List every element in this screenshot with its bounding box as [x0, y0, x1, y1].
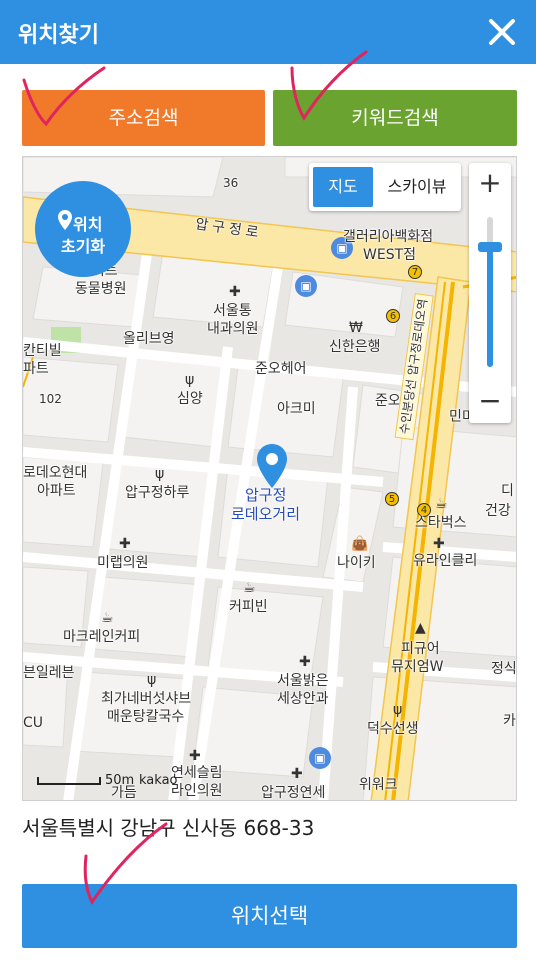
map-label: 나이키 [337, 555, 376, 571]
map-label: CU [23, 715, 44, 731]
map-label: 피규어 [401, 641, 440, 657]
zoom-slider-fill [487, 247, 493, 367]
map-label: 마크레인커피 [63, 629, 141, 645]
page-title: 위치찾기 [18, 23, 99, 48]
map-label: 정식 [491, 661, 517, 677]
map-label: 내과의원 [207, 321, 259, 337]
zoom-control: + − [469, 163, 511, 423]
map-label: 서울통 [213, 303, 252, 319]
map-label: 매운탕칼국수 [107, 709, 185, 725]
hospital-icon: ✚ [229, 284, 241, 300]
restaurant-icon: ψ [393, 702, 403, 718]
restaurant-icon: ψ [155, 466, 165, 482]
cafe-icon: ☕ [243, 580, 256, 596]
selected-place-label: 압구정 [245, 486, 287, 504]
map-label: 준오헤어 [255, 361, 307, 377]
map-label: 최가네버섯샤브 [101, 691, 192, 707]
map-label: 압구정연세 [261, 785, 326, 801]
map-label: 세상안과 [277, 691, 329, 707]
zoom-in-button[interactable]: + [469, 163, 511, 205]
map-view[interactable]: 36 102 7 6 5 4 ▣ ▣ ▣ 압구정로 갤러리아백화점 WEST점 … [22, 156, 517, 801]
map-label: 카 [503, 713, 516, 729]
address-search-tab[interactable]: 주소검색 [22, 90, 265, 146]
station-badge-icon: 5 [385, 492, 399, 506]
shopping-icon: 👜 [351, 536, 369, 552]
cafe-icon: ☕ [101, 610, 114, 626]
map-label: 올리브영 [123, 331, 175, 347]
location-reset-button[interactable]: 위치 초기화 [35, 181, 131, 277]
map-type-toggle: 지도 스카이뷰 [309, 163, 461, 211]
keyword-search-tab[interactable]: 키워드검색 [273, 90, 517, 146]
map-label: 서울밝은 [277, 673, 329, 689]
map-label: 심양 [177, 391, 203, 407]
map-label: 아파트 [37, 483, 76, 499]
map-label: 신한은행 [329, 339, 381, 355]
map-label: 라인의원 [171, 783, 223, 799]
selected-address: 서울특별시 강남구 신사동 668-33 [22, 816, 315, 840]
zoom-out-button[interactable]: − [469, 381, 511, 423]
map-label: 디 [501, 483, 514, 499]
app-header: 위치찾기 [0, 0, 536, 64]
map-label: 유라인클리 [413, 553, 478, 569]
map-scale-bar [37, 777, 101, 785]
bus-stop-icon: ▣ [295, 275, 317, 297]
station-badge-icon: 6 [386, 309, 400, 323]
reset-label-line1: 위치 [73, 215, 103, 234]
reset-label-line2: 초기화 [60, 237, 106, 256]
map-label: 동물병원 [75, 281, 127, 297]
map-attribution: kakao [139, 773, 178, 788]
restaurant-icon: ψ [185, 372, 195, 388]
map-label: 커피빈 [229, 599, 268, 615]
map-type-skyview-button[interactable]: 스카이뷰 [375, 167, 459, 207]
map-label: 건강 [485, 503, 511, 519]
select-location-button[interactable]: 위치선택 [22, 884, 517, 948]
map-label: 압구정하루 [125, 485, 190, 501]
close-button[interactable] [476, 6, 528, 58]
hospital-icon: ✚ [299, 654, 311, 670]
map-label: 갤러리아백화점 [343, 229, 434, 245]
hospital-icon: ✚ [433, 536, 445, 552]
restaurant-icon: ψ [147, 672, 157, 688]
station-badge-icon: 7 [408, 265, 422, 279]
cafe-icon: ☕ [435, 496, 448, 512]
map-type-map-button[interactable]: 지도 [313, 167, 373, 207]
hospital-icon: ✚ [291, 766, 303, 782]
map-label: 파트 [23, 361, 49, 377]
map-label: 칸티빌 [23, 343, 62, 359]
zoom-slider-handle[interactable] [478, 242, 502, 252]
map-label: 아크미 [277, 401, 316, 417]
location-pin-icon [58, 210, 72, 230]
road-number: 102 [39, 392, 62, 406]
map-label: 뮤지엄W [391, 659, 444, 675]
close-icon [489, 19, 515, 45]
selected-place-label: 로데오거리 [231, 505, 301, 523]
hospital-icon: ✚ [119, 536, 131, 552]
map-label: 미랩의원 [97, 555, 149, 571]
map-label: 연세슬림 [171, 765, 223, 781]
museum-icon: ▲ [415, 620, 426, 636]
road-number: 36 [223, 176, 239, 190]
map-label: WEST점 [363, 247, 417, 263]
bus-stop-icon: ▣ [309, 747, 331, 769]
bank-icon: ₩ [349, 320, 363, 336]
hospital-icon: ✚ [189, 748, 201, 764]
map-label: 스타벅스 [415, 515, 467, 531]
map-label: 로데오현대 [23, 465, 88, 481]
map-scale-label: 50m [105, 773, 135, 788]
map-label: 븐일레븐 [23, 665, 75, 681]
map-label: 덕수선생 [367, 721, 419, 737]
location-pin-icon [257, 444, 287, 488]
map-label: 위워크 [359, 777, 398, 793]
